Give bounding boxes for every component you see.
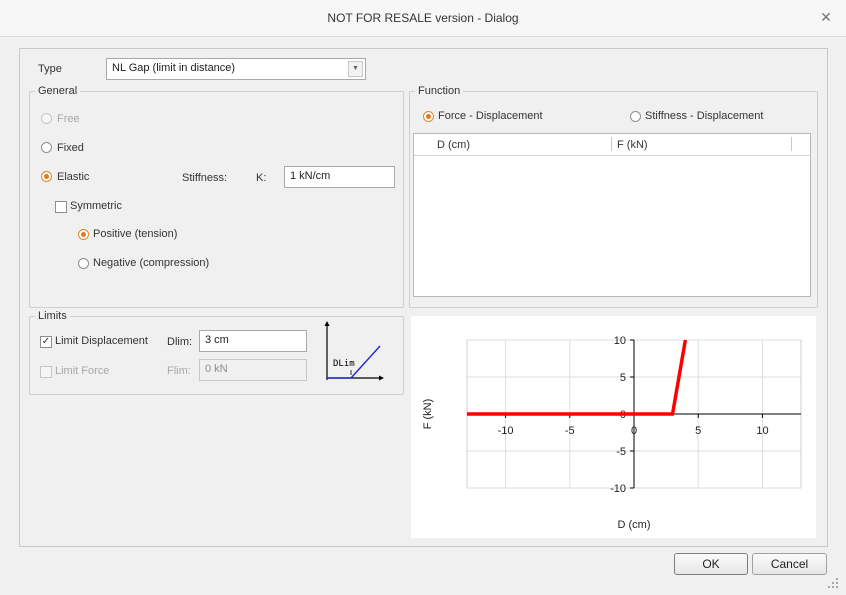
k-label: K:: [256, 172, 267, 184]
y-tick-label: -5: [616, 446, 626, 458]
dlim-label: Dlim:: [167, 336, 193, 348]
y-tick-label: -10: [610, 483, 626, 495]
column-divider[interactable]: [791, 137, 792, 151]
gap-diagram-icon: DLim: [324, 321, 384, 381]
function-table[interactable]: D (cm) F (kN): [413, 133, 811, 297]
y-axis-label: F (kN): [422, 399, 434, 430]
title-bar: NOT FOR RESALE version - Dialog ✕: [0, 0, 846, 37]
fixed-label: Fixed: [57, 142, 84, 154]
x-tick-label: 10: [756, 425, 768, 437]
resize-grip-icon[interactable]: [826, 576, 840, 590]
dlim-input[interactable]: 3 cm: [199, 330, 307, 352]
column-header-d[interactable]: D (cm): [437, 139, 470, 151]
type-label: Type: [38, 63, 62, 75]
flim-label: Flim:: [167, 365, 191, 377]
close-icon[interactable]: ✕: [818, 9, 834, 25]
force-displacement-radio[interactable]: [423, 111, 434, 122]
table-header: D (cm) F (kN): [414, 134, 810, 156]
fixed-radio[interactable]: [41, 142, 52, 153]
limit-displacement-checkbox[interactable]: ✓: [40, 336, 52, 348]
stiffness-displacement-label: Stiffness - Displacement: [645, 110, 764, 122]
cancel-button[interactable]: Cancel: [752, 553, 827, 575]
limit-displacement-label: Limit Displacement: [55, 335, 148, 347]
force-displacement-label: Force - Displacement: [438, 110, 543, 122]
type-select[interactable]: NL Gap (limit in distance) ▼: [106, 58, 366, 80]
negative-radio[interactable]: [78, 258, 89, 269]
column-header-f[interactable]: F (kN): [617, 139, 648, 151]
general-legend: General: [35, 85, 81, 97]
elastic-label: Elastic: [57, 171, 90, 183]
elastic-radio[interactable]: [41, 171, 52, 182]
stiffness-label: Stiffness:: [182, 172, 228, 184]
limits-legend: Limits: [35, 310, 70, 322]
symmetric-label: Symmetric: [70, 200, 122, 212]
type-select-value: NL Gap (limit in distance): [112, 62, 236, 74]
free-radio[interactable]: [41, 113, 52, 124]
chevron-down-icon[interactable]: ▼: [348, 61, 363, 77]
k-input[interactable]: 1 kN/cm: [284, 166, 395, 188]
x-tick-label: -10: [498, 425, 514, 437]
free-label: Free: [57, 113, 80, 125]
force-displacement-chart: -10 -5 0 5 10-10-50510D (cm)F (kN): [422, 335, 802, 531]
x-tick-label: 0: [631, 425, 637, 437]
window-title: NOT FOR RESALE version - Dialog: [327, 11, 519, 25]
limit-force-label: Limit Force: [55, 365, 110, 377]
column-divider[interactable]: [611, 137, 612, 151]
x-axis-label: D (cm): [618, 519, 651, 531]
stiffness-displacement-radio[interactable]: [630, 111, 641, 122]
ok-button[interactable]: OK: [674, 553, 748, 575]
negative-label: Negative (compression): [93, 257, 210, 269]
x-tick-label: 5: [695, 425, 701, 437]
dlim-diagram-label: DLim: [333, 359, 355, 369]
y-tick-label: 10: [614, 335, 626, 347]
function-legend: Function: [415, 85, 464, 97]
flim-input[interactable]: 0 kN: [199, 359, 307, 381]
positive-radio[interactable]: [78, 229, 89, 240]
chart-panel: -10 -5 0 5 10 -10 -5 0 5 10 D (cm) F (kN): [411, 316, 816, 538]
positive-label: Positive (tension): [93, 228, 178, 240]
x-tick-label: -5: [565, 425, 575, 437]
y-tick-label: 5: [620, 372, 626, 384]
limit-force-checkbox[interactable]: [40, 366, 52, 378]
symmetric-checkbox[interactable]: [55, 201, 67, 213]
